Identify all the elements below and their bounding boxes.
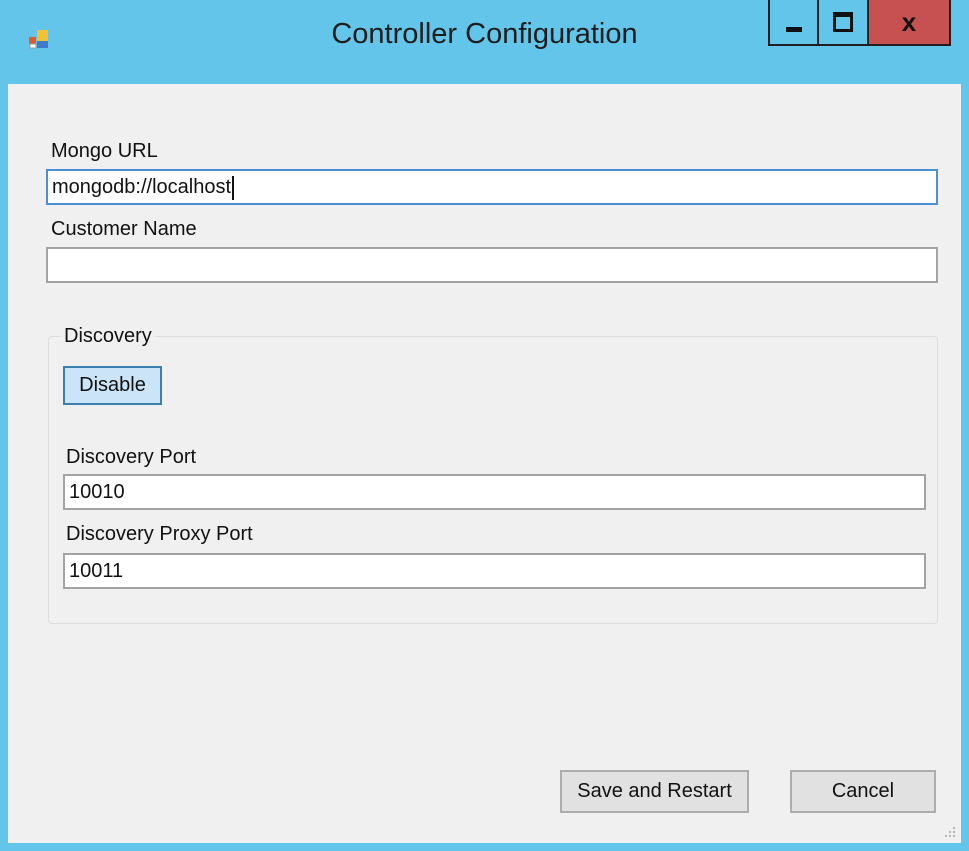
maximize-icon	[833, 12, 853, 32]
discovery-port-input[interactable]: 10010	[63, 474, 926, 510]
mongo-url-input[interactable]: mongodb://localhost	[46, 169, 938, 205]
discovery-proxy-port-value: 10011	[69, 560, 124, 582]
maximize-button[interactable]	[817, 0, 867, 46]
close-icon: x	[901, 7, 917, 37]
save-and-restart-button[interactable]: Save and Restart	[560, 770, 749, 813]
customer-name-input[interactable]	[46, 247, 938, 283]
discovery-port-value: 10010	[69, 481, 125, 503]
client-area: Mongo URL mongodb://localhost Customer N…	[8, 84, 961, 843]
controller-configuration-window: Controller Configuration x Mongo URL mon…	[0, 0, 969, 851]
resize-grip-icon[interactable]	[943, 825, 957, 839]
disable-discovery-button[interactable]: Disable	[63, 366, 162, 405]
cancel-button[interactable]: Cancel	[790, 770, 936, 813]
discovery-proxy-port-input[interactable]: 10011	[63, 553, 926, 589]
discovery-group-title: Discovery	[60, 325, 156, 348]
discovery-port-label: Discovery Port	[66, 446, 197, 468]
minimize-icon	[785, 26, 802, 32]
close-button[interactable]: x	[867, 0, 951, 46]
text-caret	[232, 175, 235, 200]
title-bar[interactable]: Controller Configuration x	[0, 0, 969, 84]
customer-name-label: Customer Name	[51, 218, 197, 240]
discovery-proxy-port-label: Discovery Proxy Port	[66, 523, 253, 545]
mongo-url-label: Mongo URL	[51, 140, 158, 162]
minimize-button[interactable]	[768, 0, 817, 46]
mongo-url-value: mongodb://localhost	[52, 176, 232, 198]
